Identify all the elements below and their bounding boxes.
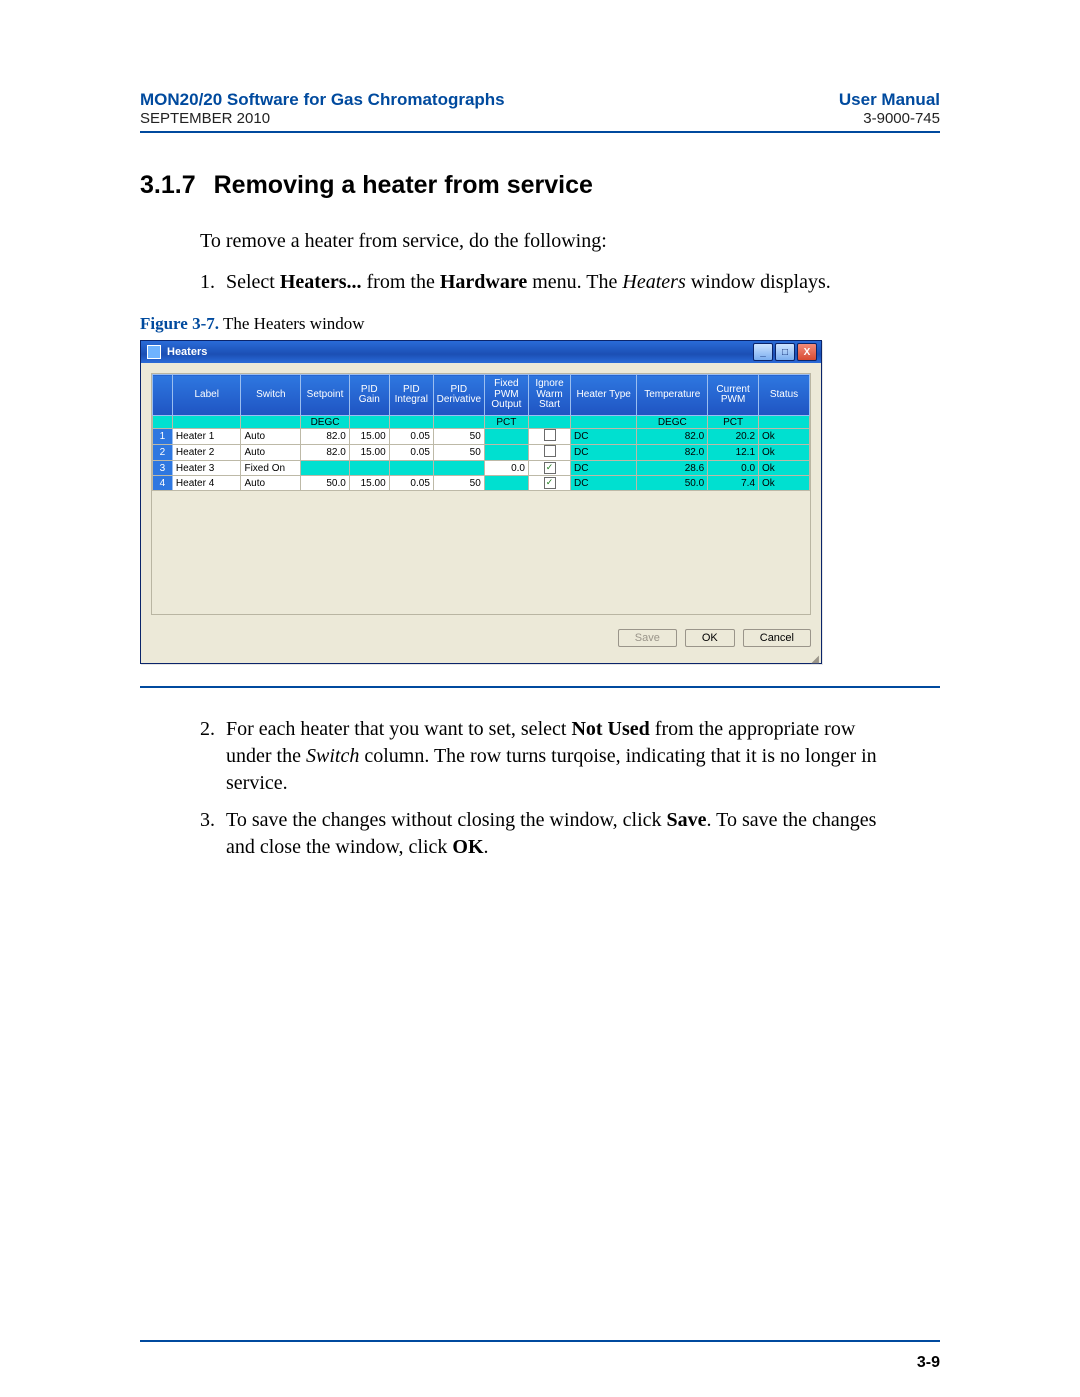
resize-grip-icon[interactable]: ◢ [141, 657, 821, 663]
step-2: 2. For each heater that you want to set,… [200, 716, 900, 797]
intro-paragraph: To remove a heater from service, do the … [200, 228, 900, 255]
minimize-button[interactable]: _ [753, 343, 773, 361]
window-title: Heaters [167, 346, 751, 358]
ignore-checkbox[interactable]: ✓ [529, 461, 571, 476]
save-button[interactable]: Save [618, 629, 677, 647]
step-1: 1. Select Heaters... from the Hardware m… [200, 269, 900, 296]
close-button[interactable]: X [797, 343, 817, 361]
maximize-button[interactable]: □ [775, 343, 795, 361]
app-icon [147, 345, 161, 359]
table-row[interactable]: 3 Heater 3 Fixed On 0.0 ✓ DC 28.6 0.0 Ok [153, 461, 810, 476]
table-row[interactable]: 1 Heater 1 Auto 82.0 15.00 0.05 50 DC 82… [153, 429, 810, 445]
heaters-window: Heaters _ □ X Label Switch [140, 340, 822, 664]
runhead-left: MON20/20 Software for Gas Chromatographs [140, 90, 505, 110]
runsub-left: SEPTEMBER 2010 [140, 110, 270, 127]
footer-rule [140, 1340, 940, 1342]
section-heading: 3.1.7 Removing a heater from service [140, 171, 940, 200]
titlebar[interactable]: Heaters _ □ X [141, 341, 821, 363]
heaters-grid[interactable]: Label Switch Setpoint PID Gain PID Integ… [151, 373, 811, 615]
step-3: 3. To save the changes without closing t… [200, 807, 900, 861]
ok-button[interactable]: OK [685, 629, 735, 647]
runhead-right: User Manual [839, 90, 940, 110]
section-title-text: Removing a heater from service [214, 171, 593, 199]
section-number: 3.1.7 [140, 171, 196, 199]
page-number: 3-9 [917, 1354, 940, 1372]
table-row[interactable]: 2 Heater 2 Auto 82.0 15.00 0.05 50 DC 82… [153, 445, 810, 461]
ignore-checkbox[interactable] [529, 445, 571, 461]
ignore-checkbox[interactable]: ✓ [529, 476, 571, 491]
ignore-checkbox[interactable] [529, 429, 571, 445]
cancel-button[interactable]: Cancel [743, 629, 811, 647]
separator [140, 686, 940, 688]
runsub-right: 3-9000-745 [863, 110, 940, 127]
table-row[interactable]: 4 Heater 4 Auto 50.0 15.00 0.05 50 ✓ DC … [153, 476, 810, 491]
units-row: DEGC PCT DEGCPCT [153, 416, 810, 429]
figure-caption: Figure 3-7. The Heaters window [140, 314, 940, 334]
header-row: Label Switch Setpoint PID Gain PID Integ… [153, 375, 810, 416]
